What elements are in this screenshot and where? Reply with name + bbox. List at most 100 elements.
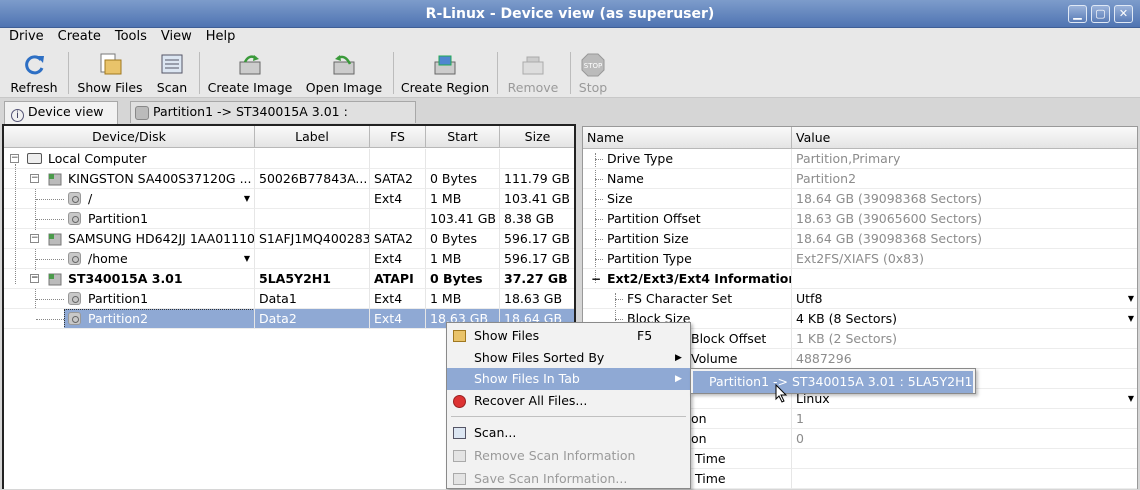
column-header-fs[interactable]: FS — [370, 126, 426, 148]
disk-icon — [48, 172, 62, 186]
menu-help[interactable]: Help — [197, 28, 241, 46]
show-files-button[interactable]: Show Files — [76, 50, 144, 96]
menu-item-show-files[interactable]: Show Files F5 — [447, 325, 690, 347]
window-title: R-Linux - Device view (as superuser) — [425, 6, 715, 22]
mouse-cursor-icon — [775, 384, 788, 403]
scan-icon — [453, 427, 466, 439]
submenu: Partition1 -> ST340015A 3.01 : 5LA5Y2H1 — [690, 368, 976, 394]
partition-icon — [68, 192, 81, 205]
table-row[interactable]: / ▼ Ext4 1 MB 103.41 GB — [4, 189, 574, 209]
refresh-button[interactable]: Refresh — [8, 50, 60, 96]
collapse-toggle[interactable]: − — [10, 154, 19, 163]
column-header-name[interactable]: Name — [583, 127, 792, 149]
dropdown-arrow-icon[interactable]: ▼ — [244, 189, 250, 208]
table-row[interactable]: Partition1 Data1 Ext4 1 MB 18.63 GB — [4, 289, 574, 309]
submenu-arrow-icon: ▶ — [675, 353, 682, 363]
create-region-button[interactable]: Create Region — [400, 50, 490, 96]
property-row[interactable]: FS Character Set Utf8 ▼ — [583, 289, 1137, 309]
toolbar-separator — [199, 52, 200, 94]
show-files-icon — [97, 52, 123, 78]
disk-icon — [48, 272, 62, 286]
menu-view[interactable]: View — [152, 28, 197, 46]
menu-item-show-files-sorted-by[interactable]: Show Files Sorted By ▶ — [447, 347, 690, 369]
stop-icon: STOP — [580, 52, 606, 78]
column-header-size[interactable]: Size — [500, 126, 574, 148]
scan-button[interactable]: Scan — [152, 50, 192, 96]
minimize-button[interactable]: ▁ — [1068, 5, 1087, 23]
menu-tools[interactable]: Tools — [106, 28, 152, 46]
remove-icon — [520, 52, 546, 78]
open-image-button[interactable]: Open Image — [304, 50, 384, 96]
partition-icon — [68, 212, 81, 225]
menu-item-save-scan-information[interactable]: Save Scan Information... — [447, 468, 690, 490]
toolbar-separator — [570, 52, 571, 94]
create-region-icon — [432, 52, 458, 78]
table-row[interactable]: − Local Computer — [4, 149, 574, 169]
table-row[interactable]: − SAMSUNG HD642JJ 1AA01110 S1AFJ1MQ40028… — [4, 229, 574, 249]
dropdown-arrow-icon[interactable]: ▼ — [244, 249, 250, 268]
toolbar-separator — [497, 52, 498, 94]
create-image-button[interactable]: Create Image — [206, 50, 294, 96]
toolbar: Refresh Show Files Scan Create Image Ope… — [0, 48, 1140, 98]
computer-icon — [27, 153, 42, 164]
submenu-arrow-icon: ▶ — [675, 374, 682, 384]
property-row[interactable]: Partition Type Ext2FS/XIAFS (0x83) — [583, 249, 1137, 269]
partition-icon — [135, 106, 149, 120]
property-row[interactable]: Partition Offset 18.63 GB (39065600 Sect… — [583, 209, 1137, 229]
show-files-icon — [453, 330, 466, 342]
remove-button[interactable]: Remove — [504, 50, 562, 96]
property-row[interactable]: Size 18.64 GB (39098368 Sectors) — [583, 189, 1137, 209]
remove-scan-icon — [453, 450, 466, 462]
menu-item-remove-scan-information[interactable]: Remove Scan Information — [447, 445, 690, 467]
dropdown-arrow-icon[interactable]: ▼ — [1128, 289, 1134, 308]
tab-partition[interactable]: Partition1 -> ST340015A 3.01 : 5LA5Y2H1 — [130, 101, 416, 139]
menu-item-show-files-in-tab[interactable]: Show Files In Tab ▶ — [447, 368, 690, 390]
collapse-toggle[interactable]: − — [591, 269, 601, 288]
property-row[interactable]: Name Partition2 — [583, 169, 1137, 189]
save-scan-icon — [453, 473, 466, 485]
table-row[interactable]: /home ▼ Ext4 1 MB 596.17 GB — [4, 249, 574, 269]
column-header-label[interactable]: Label — [255, 126, 370, 148]
partition-icon — [68, 312, 81, 325]
recover-icon — [453, 395, 466, 408]
tab-device-view[interactable]: i Device view — [4, 101, 118, 124]
menu-drive[interactable]: Drive — [0, 28, 49, 46]
dropdown-arrow-icon[interactable]: ▼ — [1128, 309, 1134, 328]
table-row[interactable]: − ST340015A 3.01 5LA5Y2H1 ATAPI 0 Bytes … — [4, 269, 574, 289]
stop-button[interactable]: STOP Stop — [576, 50, 610, 96]
close-button[interactable]: ✕ — [1114, 5, 1133, 23]
table-row[interactable]: − KINGSTON SA400S37120G ... 50026B77843A… — [4, 169, 574, 189]
disk-icon — [48, 232, 62, 246]
menu-separator — [451, 416, 686, 417]
menu-create[interactable]: Create — [49, 28, 106, 46]
column-header-value[interactable]: Value — [792, 127, 1137, 149]
toolbar-separator — [68, 52, 69, 94]
title-bar: R-Linux - Device view (as superuser) ▁ ▢… — [0, 0, 1140, 28]
dropdown-arrow-icon[interactable]: ▼ — [1128, 389, 1134, 408]
create-image-icon — [237, 52, 263, 78]
context-menu: Show Files F5 Show Files Sorted By ▶ Sho… — [446, 322, 691, 489]
refresh-icon — [21, 52, 47, 78]
menu-item-scan[interactable]: Scan... — [447, 422, 690, 444]
info-icon: i — [11, 109, 24, 122]
column-header-device[interactable]: Device/Disk — [4, 126, 255, 148]
maximize-button[interactable]: ▢ — [1091, 5, 1110, 23]
table-row[interactable]: Partition1 103.41 GB 8.38 GB — [4, 209, 574, 229]
partition-icon — [68, 252, 81, 265]
collapse-toggle[interactable]: − — [30, 174, 39, 183]
open-image-icon — [331, 52, 357, 78]
svg-text:STOP: STOP — [584, 62, 602, 70]
column-header-start[interactable]: Start — [426, 126, 500, 148]
menu-bar: Drive Create Tools View Help — [0, 28, 1140, 48]
toolbar-separator — [393, 52, 394, 94]
property-row[interactable]: Partition Size 18.64 GB (39098368 Sector… — [583, 229, 1137, 249]
partition-icon — [68, 292, 81, 305]
collapse-toggle[interactable]: − — [30, 234, 39, 243]
tab-bar: i Device view Partition1 -> ST340015A 3.… — [0, 99, 1140, 139]
menu-item-recover-all-files[interactable]: Recover All Files... — [447, 390, 690, 412]
submenu-item-partition-tab[interactable]: Partition1 -> ST340015A 3.01 : 5LA5Y2H1 — [693, 371, 973, 393]
collapse-toggle[interactable]: − — [30, 274, 39, 283]
scan-icon — [159, 52, 185, 78]
property-group-row[interactable]: − Ext2/Ext3/Ext4 Information — [583, 269, 1137, 289]
property-row[interactable]: Drive Type Partition,Primary — [583, 149, 1137, 169]
